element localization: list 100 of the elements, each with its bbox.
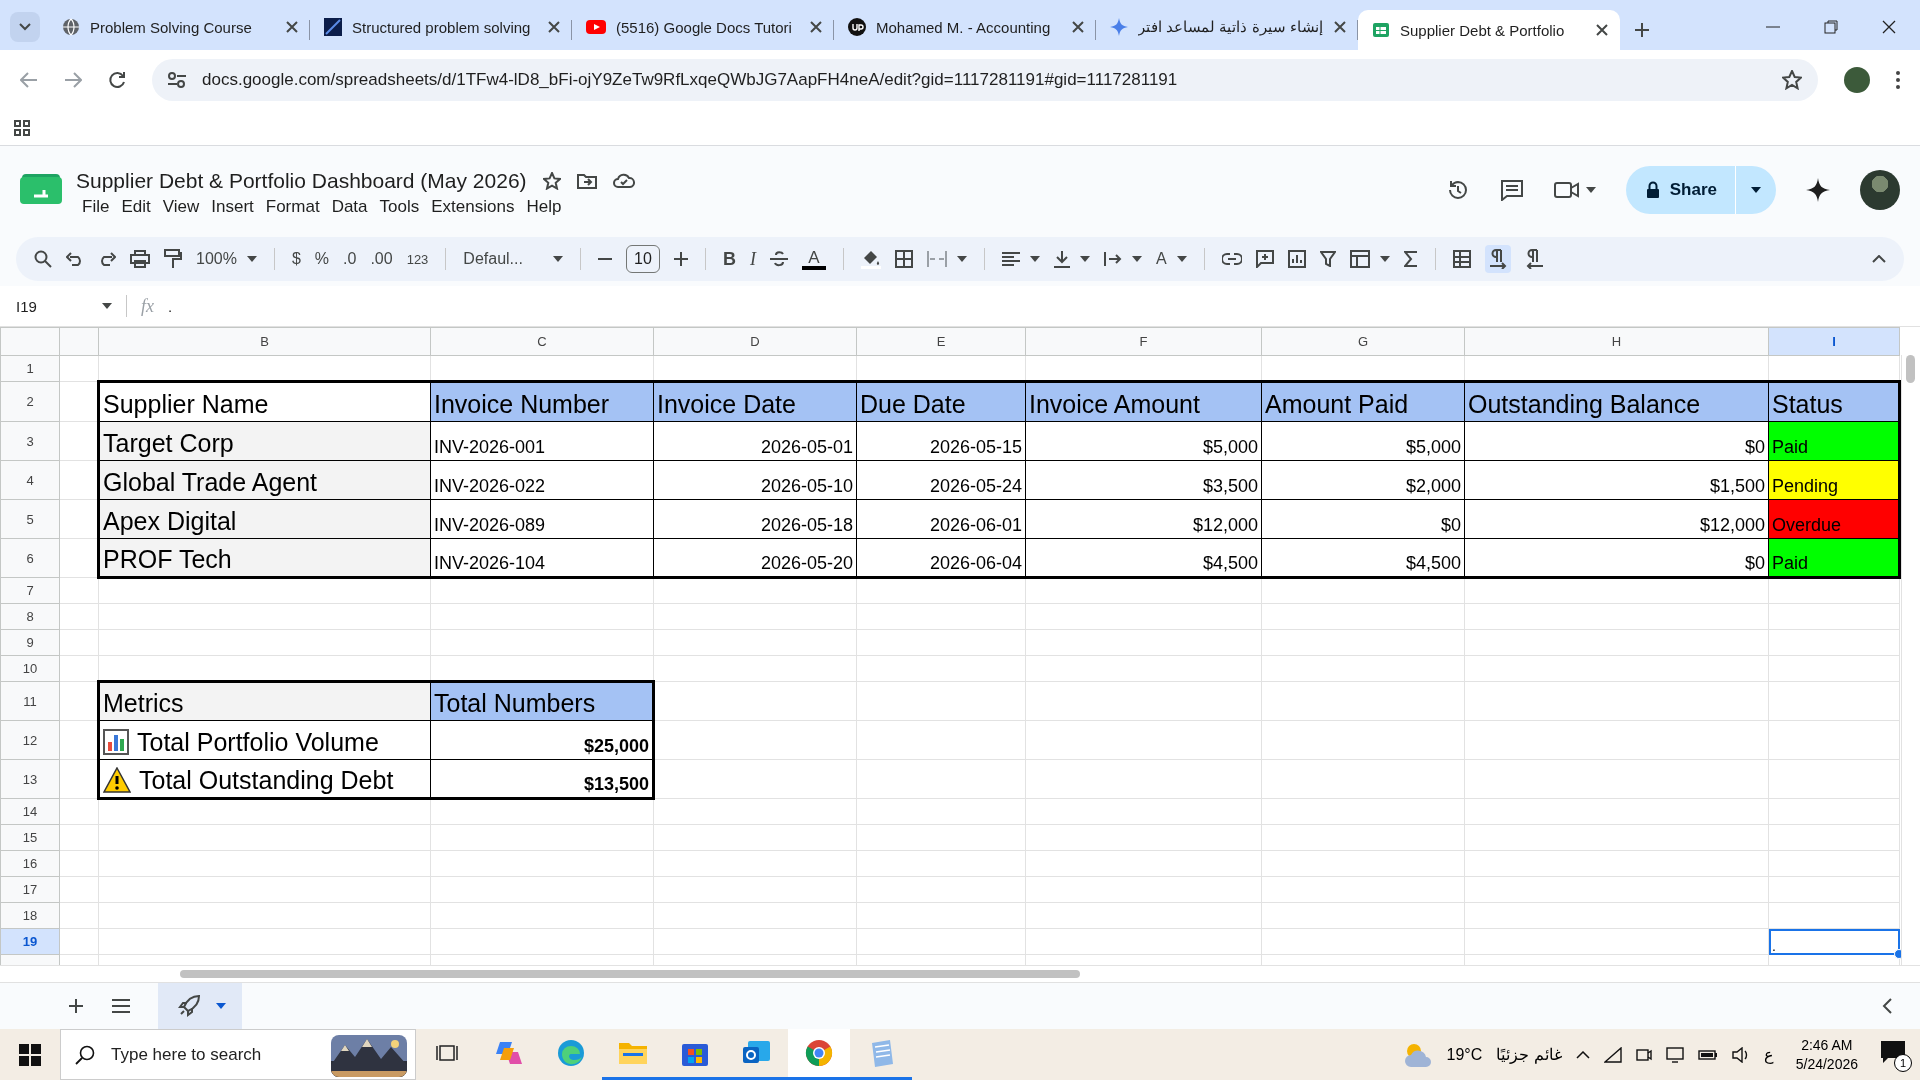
caret-icon[interactable] [1585,186,1596,193]
zoom-menu[interactable]: 100% [196,250,237,268]
caret-icon[interactable] [1131,256,1142,262]
print-icon[interactable] [130,250,150,268]
browser-tab[interactable]: إنشاء سيرة ذاتية لمساعد افتر [1096,10,1358,50]
row-header[interactable]: 17 [0,876,60,903]
forward-icon[interactable] [64,72,82,88]
column-header[interactable]: D [653,327,857,356]
chart-icon[interactable] [1287,250,1306,268]
text-rotation-button[interactable]: A [1155,250,1167,268]
browser-tab[interactable]: Mohamed M. - Accounting [834,10,1096,50]
tab-search-button[interactable] [10,12,40,42]
ltr-button[interactable] [1484,245,1511,273]
menu-item[interactable]: File [76,194,116,219]
row-header[interactable]: 9 [0,629,60,656]
column-header[interactable]: C [430,327,654,356]
caret-icon[interactable] [1029,256,1040,262]
text-color-button[interactable]: A [801,248,826,270]
star-icon[interactable] [542,171,561,190]
menu-item[interactable]: Edit [115,194,157,219]
browser-tab[interactable]: (5516) Google Docs Tutori [572,10,834,50]
align-left-icon[interactable] [1001,252,1020,266]
cloud-icon[interactable] [612,173,635,188]
link-icon[interactable] [1221,253,1242,265]
browser-tab[interactable]: Supplier Debt & Portfolio [1358,10,1620,50]
increase-decimals-button[interactable]: .00 [370,250,393,268]
menu-item[interactable]: Extensions [425,194,521,219]
menu-item[interactable]: Format [259,194,326,219]
row-header[interactable]: 4 [0,460,60,500]
chevron-down-icon[interactable] [19,23,31,31]
notification-button[interactable]: 1 [1880,1039,1910,1070]
globe-icon[interactable] [62,18,80,36]
borders-icon[interactable] [894,250,913,268]
font-size-field[interactable]: 10 [625,245,660,273]
chevron-up-icon[interactable] [1575,1050,1590,1059]
apps-icon[interactable] [14,119,30,136]
horizontal-scrollbar[interactable] [0,965,1920,982]
restore-icon[interactable] [1824,20,1838,34]
column-header[interactable]: G [1261,327,1465,356]
collapse-icon[interactable] [1872,255,1886,263]
redo-icon[interactable] [98,252,116,266]
caret-icon[interactable] [552,256,563,262]
row-header[interactable]: 5 [0,499,60,539]
column-header[interactable]: E [856,327,1026,356]
document-title[interactable]: Supplier Debt & Portfolio Dashboard (May 2026) [76,168,527,193]
freeze-icon[interactable] [1452,250,1471,268]
square-icon[interactable] [324,18,342,36]
bold-button[interactable]: B [722,248,736,270]
sheets-logo-icon[interactable] [20,173,62,206]
spreadsheet-icon[interactable] [1372,21,1390,39]
row-header[interactable]: 16 [0,850,60,877]
account-avatar[interactable] [1860,169,1900,210]
column-header[interactable]: B [98,327,431,356]
profile-avatar[interactable] [1844,67,1870,93]
close-icon[interactable] [548,21,560,33]
currency-format-button[interactable]: $ [291,250,301,268]
row-header[interactable]: 2 [0,381,60,422]
column-header[interactable]: I [1768,327,1900,356]
close-icon[interactable] [1334,21,1346,33]
close-icon[interactable] [1596,24,1608,36]
table-icon[interactable] [1349,250,1370,268]
close-icon[interactable] [286,21,298,33]
display-icon[interactable] [1665,1046,1684,1063]
sparkle-icon[interactable] [1110,18,1128,36]
row-header[interactable]: 10 [0,655,60,682]
row-header[interactable]: 1 [0,355,60,382]
column-header[interactable]: H [1464,327,1769,356]
back-icon[interactable] [20,72,38,88]
caret-icon[interactable] [956,256,967,262]
font-menu[interactable]: Defaul... [463,250,523,268]
row-header[interactable]: 7 [0,577,60,604]
search-icon[interactable] [34,250,52,268]
functions-icon[interactable] [1403,251,1418,267]
side-panel-icon[interactable] [1882,998,1892,1014]
play-icon[interactable] [586,20,606,34]
column-header[interactable]: F [1025,327,1262,356]
fill-color-icon[interactable] [860,249,881,269]
lock-icon[interactable] [1645,180,1660,199]
plus-icon[interactable] [673,252,688,266]
formula-input[interactable]: . [168,297,173,315]
row-header[interactable]: 12 [0,720,60,760]
menu-icon[interactable] [112,999,130,1013]
close-icon[interactable] [1072,21,1084,33]
caret-icon[interactable] [1079,256,1090,262]
menu-item[interactable]: Insert [205,194,260,219]
taskbar-app[interactable] [788,1029,850,1080]
caret-icon[interactable] [1751,186,1761,193]
name-box[interactable]: I19 [0,297,126,315]
menu-item[interactable]: Tools [373,194,426,219]
meet-icon[interactable] [1635,1046,1652,1063]
menu-item[interactable]: Data [325,194,374,219]
add-sheet-icon[interactable] [68,998,84,1014]
row-header[interactable]: 14 [0,798,60,825]
new-tab-icon[interactable] [1634,22,1650,38]
close-icon[interactable] [810,21,822,33]
reload-icon[interactable] [108,71,126,89]
more-formats-button[interactable]: 123 [406,251,429,267]
rtl-icon[interactable] [1524,249,1543,269]
row-header[interactable]: 8 [0,603,60,630]
close-icon[interactable] [1882,20,1896,34]
